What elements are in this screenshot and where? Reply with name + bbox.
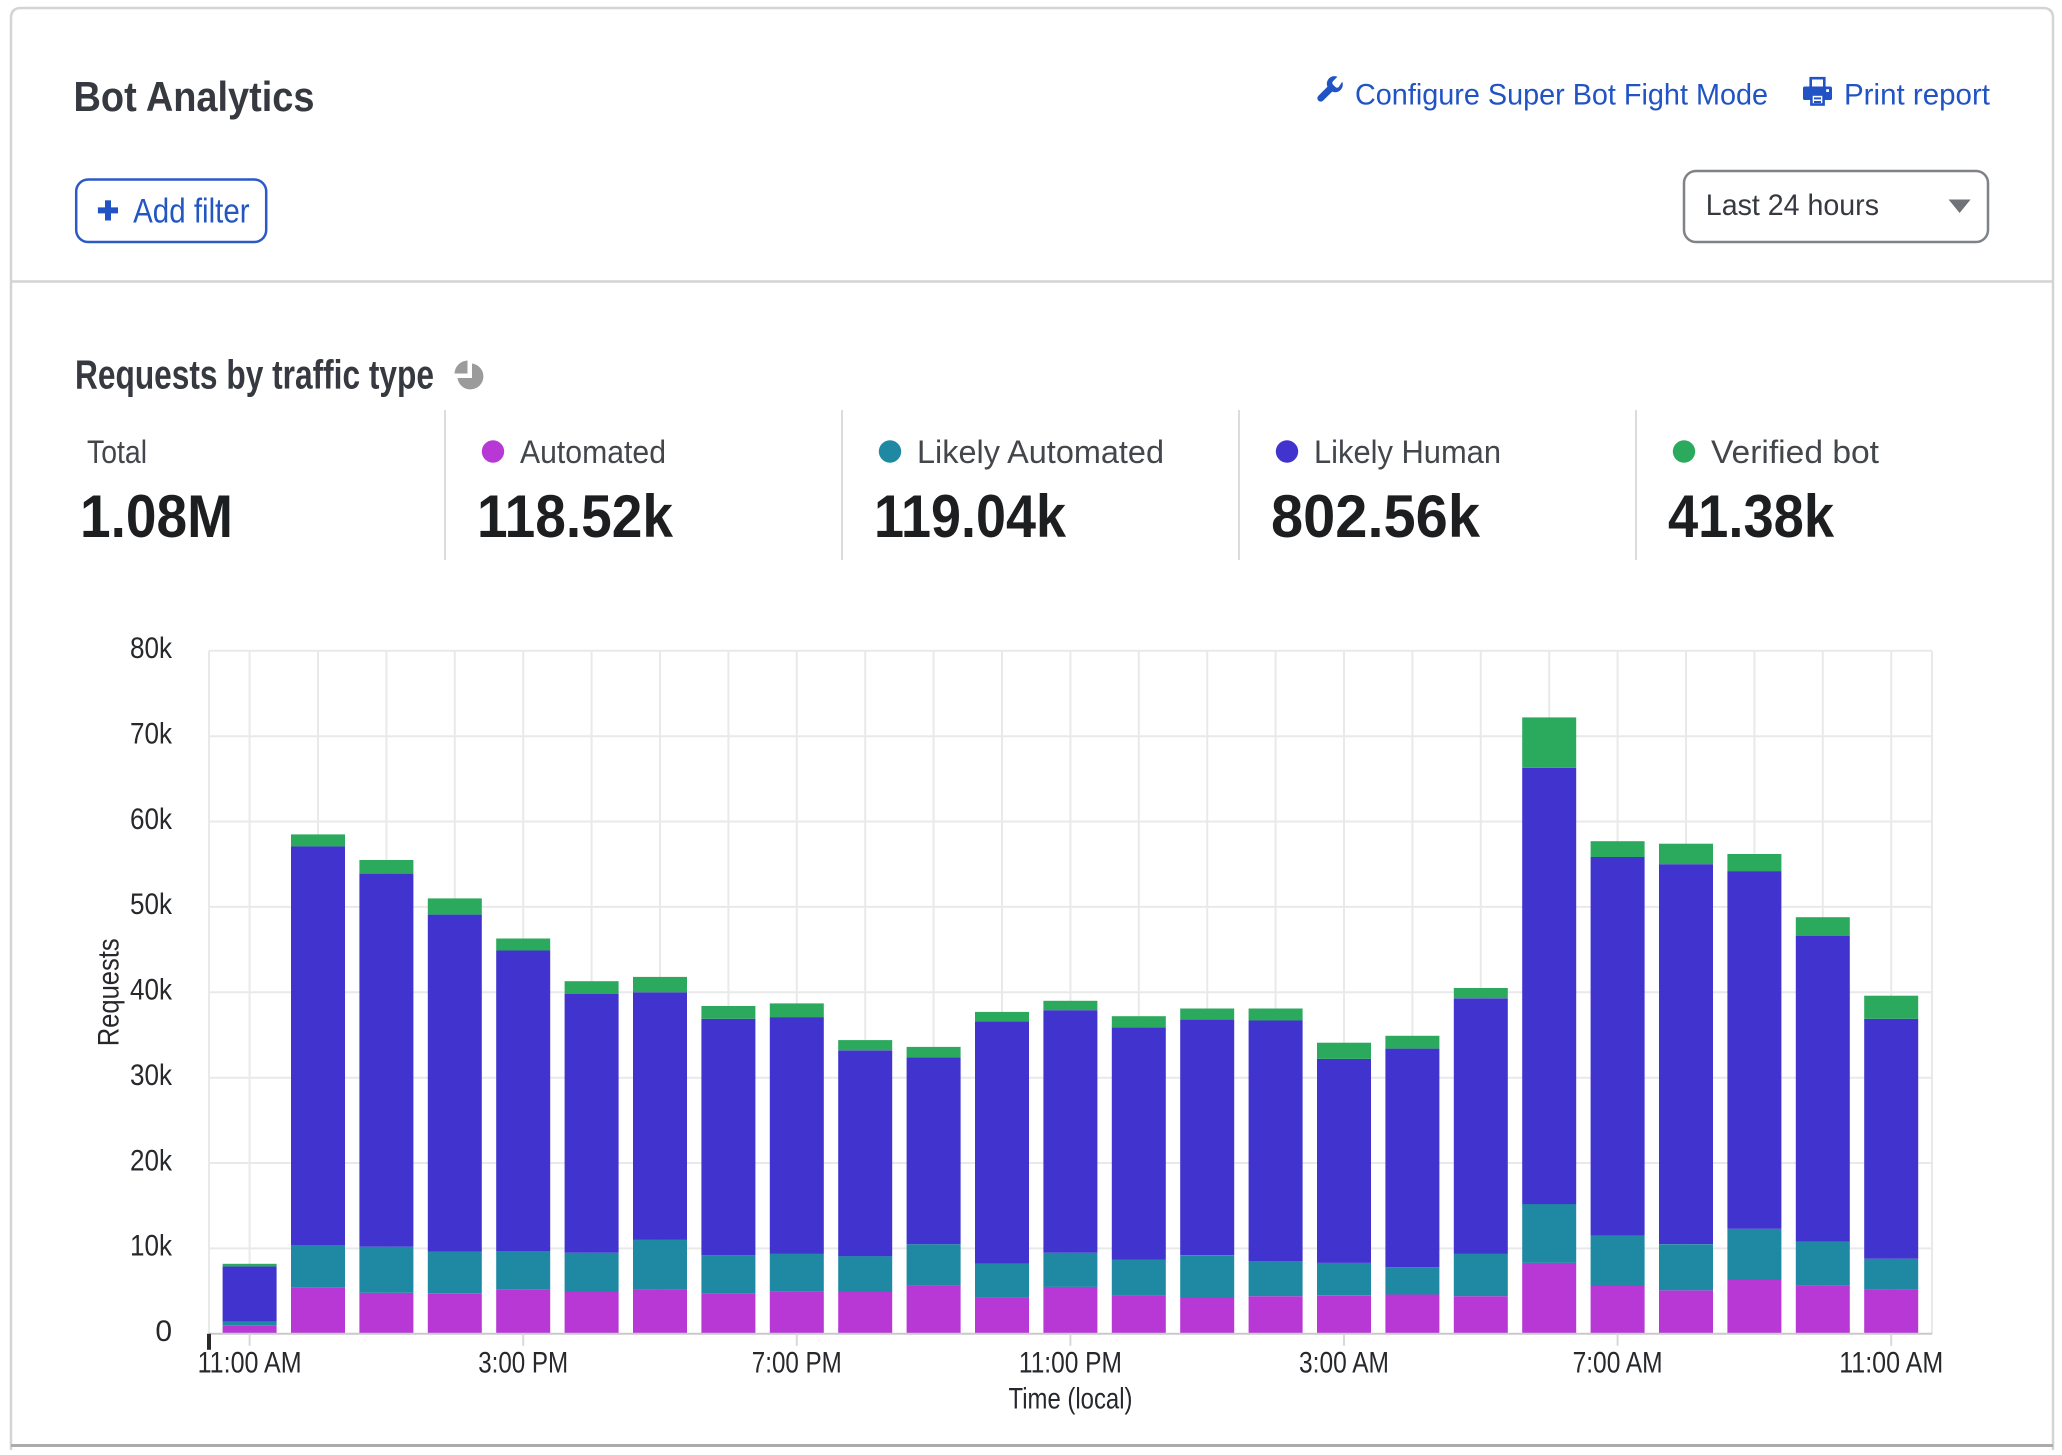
svg-text:1.08M: 1.08M (80, 483, 233, 550)
svg-text:11:00 AM: 11:00 AM (198, 1346, 302, 1379)
svg-text:119.04k: 119.04k (874, 483, 1067, 550)
svg-text:3:00 AM: 3:00 AM (1299, 1346, 1389, 1379)
svg-text:Likely Human: Likely Human (1314, 434, 1501, 470)
svg-text:118.52k: 118.52k (477, 483, 674, 550)
svg-text:Print report: Print report (1844, 79, 1991, 112)
svg-text:10k: 10k (130, 1230, 173, 1263)
svg-text:Add filter: Add filter (133, 193, 250, 231)
svg-text:Verified bot: Verified bot (1711, 434, 1879, 470)
svg-text:11:00 AM: 11:00 AM (1839, 1346, 1943, 1379)
svg-text:7:00 PM: 7:00 PM (752, 1346, 842, 1379)
svg-text:80k: 80k (130, 632, 173, 665)
svg-text:Total: Total (87, 434, 147, 470)
svg-text:41.38k: 41.38k (1668, 483, 1835, 550)
svg-text:60k: 60k (130, 803, 173, 836)
svg-text:Requests: Requests (93, 938, 126, 1046)
svg-text:20k: 20k (130, 1144, 173, 1177)
svg-text:Last 24 hours: Last 24 hours (1706, 189, 1879, 222)
svg-text:Configure Super Bot Fight Mode: Configure Super Bot Fight Mode (1355, 79, 1768, 112)
svg-text:Automated: Automated (520, 434, 666, 470)
svg-text:Time (local): Time (local) (1009, 1383, 1133, 1416)
svg-text:70k: 70k (130, 717, 173, 750)
svg-text:3:00 PM: 3:00 PM (478, 1346, 568, 1379)
svg-text:40k: 40k (130, 974, 173, 1007)
svg-text:50k: 50k (130, 888, 173, 921)
svg-text:Requests by traffic type: Requests by traffic type (75, 351, 434, 397)
svg-text:11:00 PM: 11:00 PM (1019, 1346, 1122, 1379)
svg-text:802.56k: 802.56k (1271, 483, 1481, 550)
svg-text:30k: 30k (130, 1059, 173, 1092)
svg-text:Bot Analytics: Bot Analytics (74, 73, 315, 120)
svg-text:0: 0 (155, 1315, 172, 1348)
svg-text:Likely Automated: Likely Automated (917, 434, 1164, 470)
svg-text:7:00 AM: 7:00 AM (1573, 1346, 1663, 1379)
